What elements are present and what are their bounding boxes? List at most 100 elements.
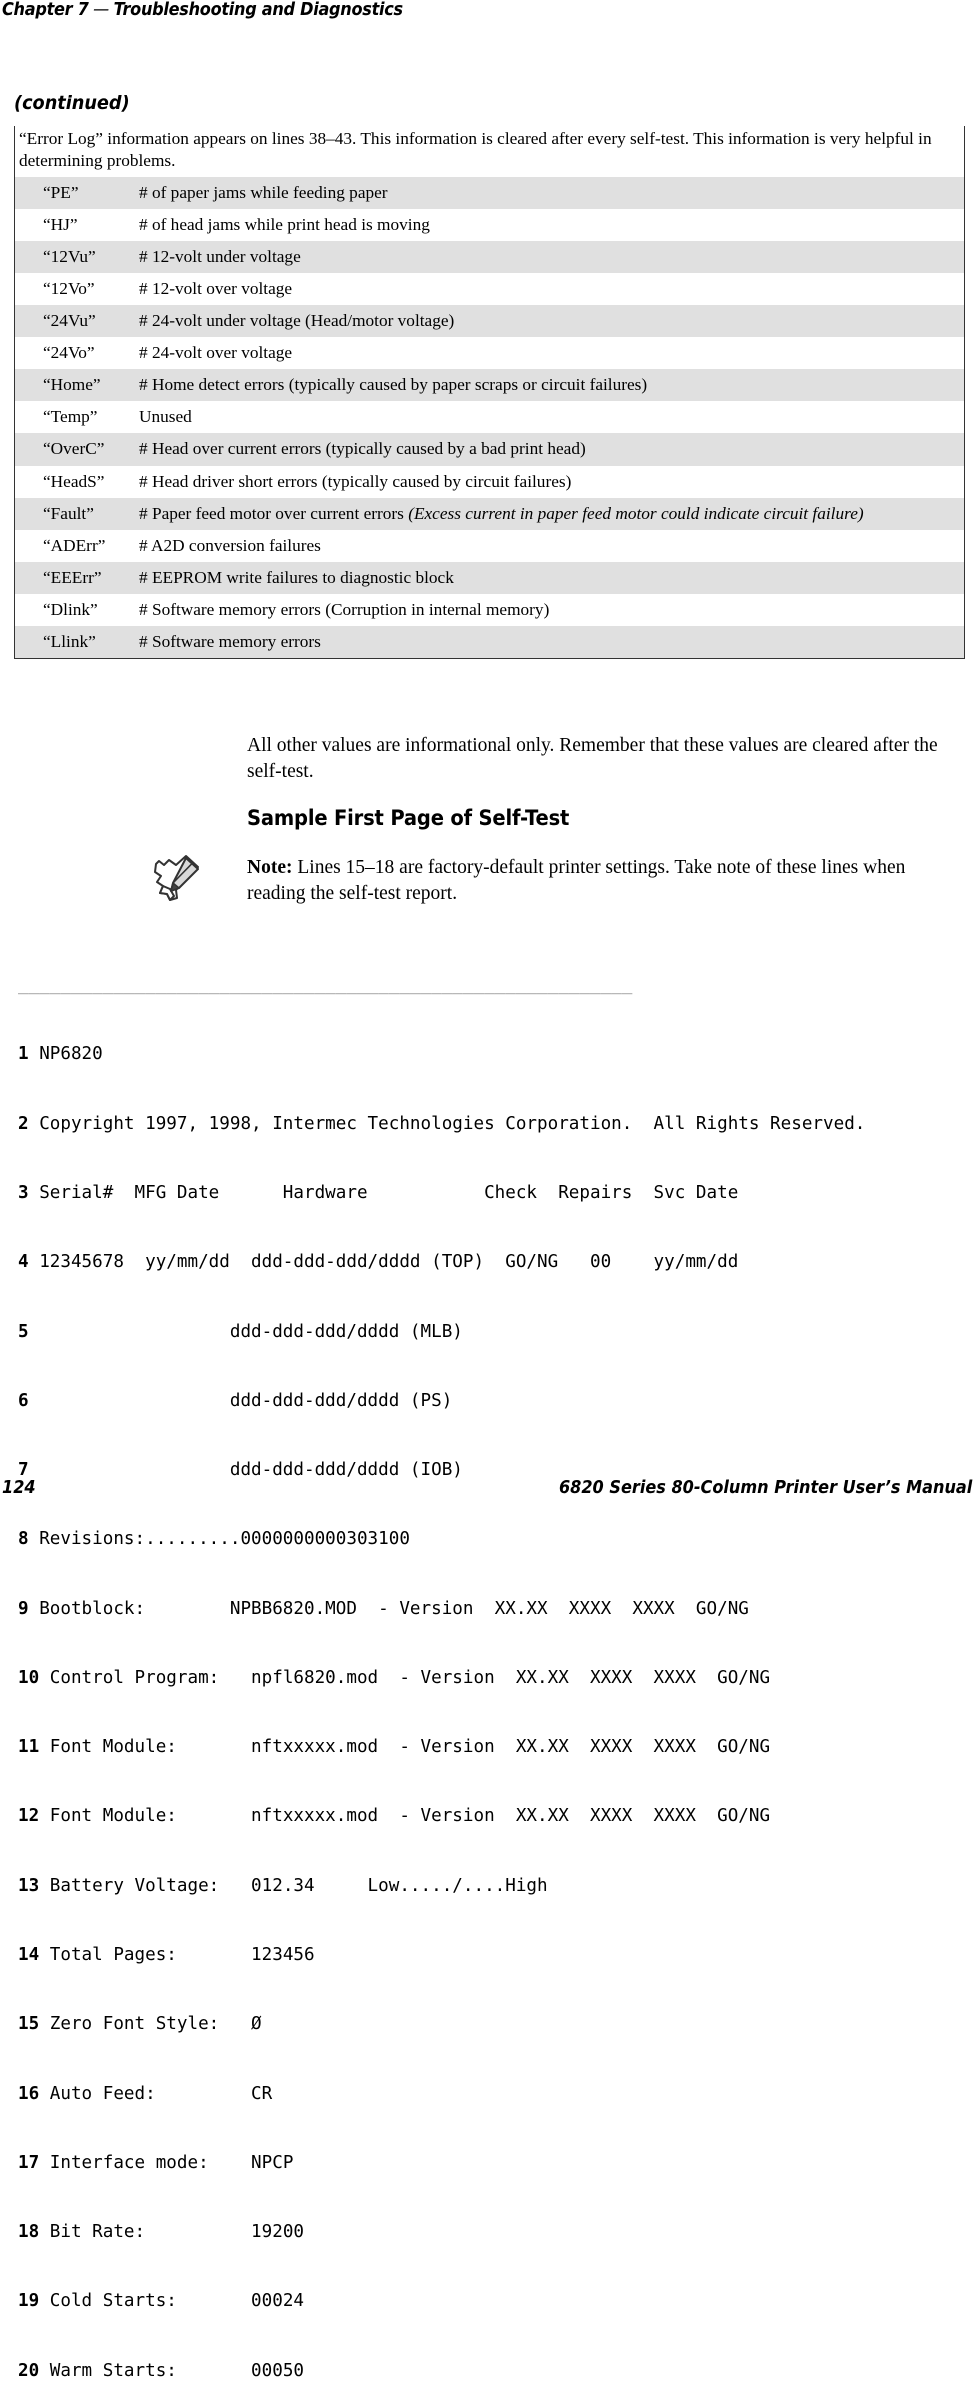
listing-line: 10 Control Program: npfl6820.mod - Versi… bbox=[18, 1667, 968, 1690]
listing-line: 6 ddd-ddd-ddd/dddd (PS) bbox=[18, 1390, 968, 1413]
listing-line-text: Revisions:.........0000000000303100 bbox=[39, 1529, 410, 1550]
listing-line-number: 3 bbox=[18, 1182, 29, 1203]
error-desc-cell: # Software memory errors bbox=[139, 625, 965, 659]
error-desc-cell: # of paper jams while feeding paper bbox=[139, 176, 965, 210]
listing-line: 12 Font Module: nftxxxxx.mod - Version X… bbox=[18, 1805, 968, 1828]
listing-rule: ________________________________________… bbox=[18, 975, 633, 996]
error-code-cell: “Fault” bbox=[14, 497, 139, 530]
error-desc-cell: # Head over current errors (typically ca… bbox=[139, 433, 965, 466]
listing-line-number: 19 bbox=[18, 2291, 40, 2312]
listing-line-number: 5 bbox=[18, 1321, 29, 1342]
error-log-intro: “Error Log” information appears on lines… bbox=[14, 126, 965, 177]
table-row: “HJ” # of head jams while print head is … bbox=[14, 209, 965, 242]
listing-line-number: 15 bbox=[18, 2014, 40, 2035]
page-footer: 124 6820 Series 80-Column Printer User’s… bbox=[0, 1478, 976, 1508]
table-row: “Temp” Unused bbox=[14, 401, 965, 434]
section-heading: Sample First Page of Self-Test bbox=[247, 806, 570, 830]
table-row: “Fault” # Paper feed motor over current … bbox=[14, 497, 965, 530]
listing-line: 2 Copyright 1997, 1998, Intermec Technol… bbox=[18, 1113, 968, 1136]
listing-line: 20 Warm Starts: 00050 bbox=[18, 2360, 968, 2383]
error-desc-cell: # Paper feed motor over current errors (… bbox=[139, 497, 965, 530]
listing-line-text: Serial# MFG Date Hardware Check Repairs … bbox=[39, 1182, 739, 1203]
error-code-cell: “12Vo” bbox=[43, 279, 95, 299]
listing-line-text: Cold Starts: 00024 bbox=[49, 2291, 304, 2312]
listing-line-text: NP6820 bbox=[39, 1044, 103, 1065]
listing-line-number: 10 bbox=[18, 1667, 40, 1688]
error-log-table: “PE” # of paper jams while feeding paper… bbox=[14, 176, 965, 659]
error-desc-cell: # Software memory errors (Corruption in … bbox=[139, 599, 550, 619]
error-log-table-block: “Error Log” information appears on lines… bbox=[14, 126, 965, 659]
listing-line-text: Font Module: nftxxxxx.mod - Version XX.X… bbox=[49, 1737, 771, 1758]
error-desc-cell: # Home detect errors (typically caused b… bbox=[139, 369, 965, 402]
error-desc-italic-note: (Excess current in paper feed motor coul… bbox=[408, 503, 864, 523]
em-dash-separator: — bbox=[93, 0, 109, 20]
table-row: “24Vo” # 24-volt over voltage bbox=[14, 337, 965, 370]
error-code-cell: “Llink” bbox=[14, 625, 139, 659]
listing-line: 1 NP6820 bbox=[18, 1043, 968, 1066]
listing-line-text: ddd-ddd-ddd/dddd (PS) bbox=[39, 1390, 453, 1411]
listing-line-number: 20 bbox=[18, 2360, 40, 2381]
table-row: “OverC” # Head over current errors (typi… bbox=[14, 433, 965, 466]
table-row: “Llink” # Software memory errors bbox=[14, 625, 965, 659]
listing-line: 17 Interface mode: NPCP bbox=[18, 2152, 968, 2175]
listing-line: 16 Auto Feed: CR bbox=[18, 2083, 968, 2106]
listing-line-text: Control Program: npfl6820.mod - Version … bbox=[49, 1667, 771, 1688]
listing-line: 3 Serial# MFG Date Hardware Check Repair… bbox=[18, 1182, 968, 1205]
manual-title: 6820 Series 80-Column Printer User’s Man… bbox=[558, 1478, 972, 1498]
error-desc-text: # Paper feed motor over current errors bbox=[139, 503, 409, 523]
listing-line-text: Font Module: nftxxxxx.mod - Version XX.X… bbox=[49, 1806, 771, 1827]
error-desc-cell: # EEPROM write failures to diagnostic bl… bbox=[139, 561, 965, 594]
listing-line-text: Bootblock: NPBB6820.MOD - Version XX.XX … bbox=[39, 1598, 749, 1619]
table-row: “12Vo” # 12-volt over voltage bbox=[14, 273, 965, 306]
listing-line: 15 Zero Font Style: Ø bbox=[18, 2013, 968, 2036]
page-header: Chapter 7— Troubleshooting and Diagnostic… bbox=[0, 0, 976, 30]
error-code-cell: “12Vu” bbox=[14, 241, 139, 274]
listing-line-number: 14 bbox=[18, 1945, 40, 1966]
error-log-table-body: “PE” # of paper jams while feeding paper… bbox=[14, 176, 965, 659]
listing-line-number: 4 bbox=[18, 1252, 29, 1273]
page-number: 124 bbox=[2, 1478, 36, 1498]
error-code-cell: “EEErr” bbox=[14, 561, 139, 594]
error-code-cell: “ADErr” bbox=[43, 535, 106, 555]
error-desc-cell: # 24-volt over voltage bbox=[139, 343, 293, 363]
listing-line-number: 8 bbox=[18, 1529, 29, 1550]
error-code-cell: “PE” bbox=[14, 176, 139, 210]
error-code-cell: “HeadS” bbox=[43, 471, 105, 491]
table-row: “Home” # Home detect errors (typically c… bbox=[14, 369, 965, 402]
note-block: Note: Lines 15–18 are factory-default pr… bbox=[247, 855, 965, 907]
note-label: Note: bbox=[247, 857, 293, 878]
error-desc-cell: # 12-volt under voltage bbox=[139, 241, 965, 274]
error-code-cell: “OverC” bbox=[14, 433, 139, 466]
listing-line-number: 1 bbox=[18, 1044, 29, 1065]
table-row: “Dlink” # Software memory errors (Corrup… bbox=[14, 593, 965, 626]
error-desc-cell: Unused bbox=[139, 407, 192, 427]
table-row: “ADErr” # A2D conversion failures bbox=[14, 529, 965, 562]
self-test-listing: ________________________________________… bbox=[18, 928, 968, 2406]
error-code-cell: “Temp” bbox=[43, 407, 98, 427]
listing-line: 19 Cold Starts: 00024 bbox=[18, 2290, 968, 2313]
listing-line: 18 Bit Rate: 19200 bbox=[18, 2221, 968, 2244]
listing-line-number: 9 bbox=[18, 1598, 29, 1619]
table-row: “EEErr” # EEPROM write failures to diagn… bbox=[14, 561, 965, 594]
listing-line: 13 Battery Voltage: 012.34 Low...../....… bbox=[18, 1875, 968, 1898]
listing-line-text: Battery Voltage: 012.34 Low...../....Hig… bbox=[49, 1875, 548, 1896]
listing-line-text: Copyright 1997, 1998, Intermec Technolog… bbox=[39, 1113, 866, 1134]
listing-line-number: 18 bbox=[18, 2222, 40, 2243]
listing-line-text: Interface mode: NPCP bbox=[49, 2152, 294, 2173]
listing-line-number: 13 bbox=[18, 1875, 40, 1896]
listing-line: 9 Bootblock: NPBB6820.MOD - Version XX.X… bbox=[18, 1598, 968, 1621]
listing-line-text: Total Pages: 123456 bbox=[49, 1945, 315, 1966]
listing-line-number: 12 bbox=[18, 1806, 40, 1827]
chapter-label: Chapter 7 bbox=[2, 0, 89, 20]
listing-line: 4 12345678 yy/mm/dd ddd-ddd-ddd/dddd (TO… bbox=[18, 1251, 968, 1274]
error-code-cell: “24Vo” bbox=[43, 343, 95, 363]
error-desc-cell: # Head driver short errors (typically ca… bbox=[139, 471, 572, 491]
note-body: Lines 15–18 are factory-default printer … bbox=[247, 857, 906, 904]
error-code-cell: “HJ” bbox=[43, 215, 78, 235]
listing-line-text: Zero Font Style: Ø bbox=[49, 2014, 262, 2035]
listing-line-text: Bit Rate: 19200 bbox=[49, 2222, 304, 2243]
chapter-running-head: Chapter 7— Troubleshooting and Diagnostic… bbox=[2, 0, 403, 20]
table-row: “PE” # of paper jams while feeding paper bbox=[14, 176, 965, 210]
listing-line: 5 ddd-ddd-ddd/dddd (MLB) bbox=[18, 1321, 968, 1344]
listing-line: 8 Revisions:.........0000000000303100 bbox=[18, 1528, 968, 1551]
